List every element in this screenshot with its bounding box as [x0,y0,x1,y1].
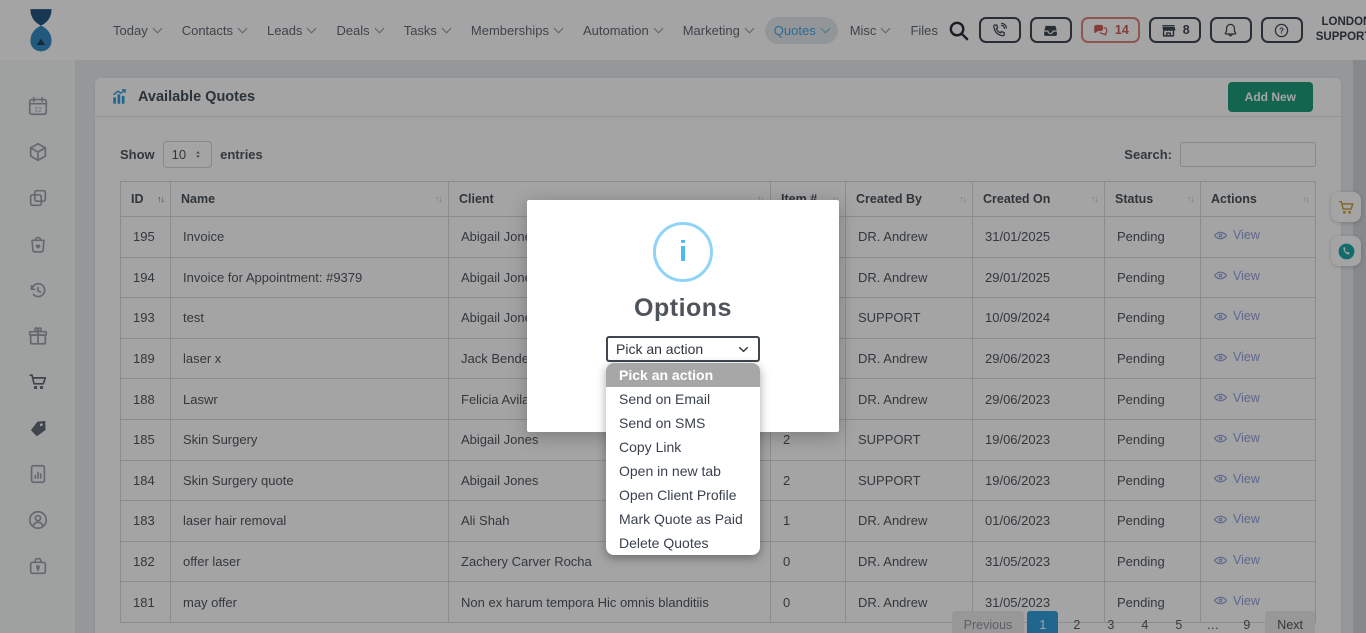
action-select-value: Pick an action [616,341,703,357]
info-icon: i [653,222,713,282]
modal-title: Options [527,294,839,323]
option-open-client-profile[interactable]: Open Client Profile [606,483,760,507]
option-delete-quotes[interactable]: Delete Quotes [606,531,760,555]
option-send-on-email[interactable]: Send on Email [606,387,760,411]
option-pick-an-action[interactable]: Pick an action [606,363,760,387]
chevron-down-icon [737,343,750,356]
info-glyph: i [679,236,687,269]
option-mark-quote-as-paid[interactable]: Mark Quote as Paid [606,507,760,531]
action-dropdown: Pick an actionSend on EmailSend on SMSCo… [606,363,760,555]
option-send-on-sms[interactable]: Send on SMS [606,411,760,435]
option-open-in-new-tab[interactable]: Open in new tab [606,459,760,483]
app-window: TodayContactsLeadsDealsTasksMembershipsA… [0,0,1366,633]
option-copy-link[interactable]: Copy Link [606,435,760,459]
action-select[interactable]: Pick an action [606,336,760,362]
